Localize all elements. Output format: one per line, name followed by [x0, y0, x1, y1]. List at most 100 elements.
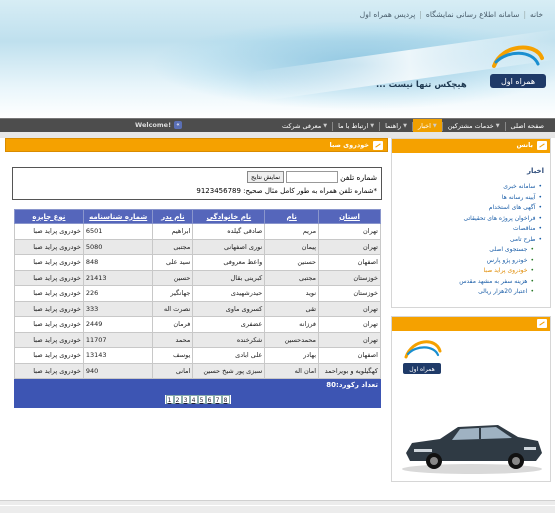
chevron-down-icon: ▼ [495, 123, 500, 129]
nav-item-label: ارتباط با ما [338, 122, 369, 130]
nav-item-3[interactable]: راهنما ▼ [380, 119, 412, 133]
sidebar-menu-item[interactable]: اعتبار 20هزار ریالی [459, 287, 542, 298]
table-row: تهران تقی کسروی ماوی نصرت اله 333 خودروی پرای… [14, 300, 381, 317]
top-link-home[interactable]: خانه [526, 10, 547, 19]
sidebar-menu-item[interactable]: خودرو پژو پارس [459, 256, 542, 267]
col-header-id-number[interactable]: شماره شناسنامه [82, 209, 154, 224]
nav-items: صفحه اصلی خدمات مشترکین ▼ اخبار ▼ راهنما ▼ ارتب… [277, 119, 549, 133]
cell-province: تهران [318, 223, 381, 240]
cell-province: تهران [318, 316, 381, 333]
cell-name: محمدحسین [264, 331, 320, 348]
sidebar-heading: اخبار [527, 167, 544, 175]
cell-id-number: 5080 [82, 238, 154, 255]
cell-id-number: 226 [82, 285, 154, 302]
cell-id-number: 848 [82, 254, 154, 271]
cell-father: یوسف [152, 347, 194, 364]
page-link[interactable]: 2 [173, 395, 182, 404]
cell-family: نوری اصفهانی [192, 238, 266, 255]
page-link[interactable]: 6 [205, 395, 214, 404]
cell-name: تقی [264, 300, 320, 317]
top-link-exhibition[interactable]: سامانه اطلاع رسانی نمایشگاه [422, 10, 524, 19]
sidebar-menu-item[interactable]: خودروی پراید صبا [459, 266, 542, 277]
welcome-arrow-icon[interactable]: « [174, 121, 183, 129]
cell-father: امانی [152, 362, 194, 379]
hamrah-aval-logo[interactable]: همراه اول [482, 40, 552, 100]
sidebar-menu-item[interactable]: آگهی های استخدام [459, 203, 542, 214]
welcome-text: Welcome! [135, 121, 172, 129]
show-results-button[interactable]: نمایش نتایج [247, 171, 285, 183]
cell-prize: خودروی پراید صبا [14, 347, 84, 364]
ad-body: همراه اول [392, 331, 550, 481]
cell-family: حیدرشهیدی [192, 285, 266, 302]
cell-name: مجتبی [264, 269, 320, 286]
cell-id-number: 940 [82, 362, 154, 379]
cell-prize: خودروی پراید صبا [14, 316, 84, 333]
footer-line [0, 505, 555, 506]
top-link-pardis[interactable]: پردیس همراه اول [356, 10, 420, 19]
record-count: تعداد رکورد:80 [14, 378, 381, 392]
cell-prize: خودروی پراید صبا [14, 254, 84, 271]
page-link[interactable]: 8 [221, 395, 230, 404]
phone-search-box: شماره تلفن نمایش نتایج *شماره تلفن همراه… [12, 167, 382, 200]
nav-item-4[interactable]: ارتباط با ما ▼ [333, 119, 379, 133]
page-link[interactable]: 4 [189, 395, 198, 404]
col-header-name[interactable]: نام [264, 209, 320, 224]
col-header-province[interactable]: استان [318, 209, 381, 224]
main-panel-title: خودروی صبا [329, 141, 369, 149]
chevron-down-icon: ▼ [370, 123, 375, 129]
cell-father: سید علی [152, 254, 194, 271]
phone-hint: *شماره تلفن همراه به طور کامل مثال صحیح:… [196, 187, 377, 195]
table-row: تهران مریم صادقی گیلده ابراهیم 6501 خودروی پر… [14, 223, 381, 240]
cell-prize: خودروی پراید صبا [14, 223, 84, 240]
sidebar-menu-item[interactable]: فراخوان پروژه های تحقیقاتی [459, 214, 542, 225]
page-link[interactable]: 1 [165, 395, 174, 404]
cell-name: پیمان [264, 238, 320, 255]
cell-family: عضفری [192, 316, 266, 333]
col-header-family[interactable]: نام خانوادگی [192, 209, 266, 224]
nav-item-5[interactable]: معرفی شرکت ▼ [277, 119, 332, 133]
sidebar-panel-icon [537, 141, 547, 150]
cell-id-number: 6501 [82, 223, 154, 240]
sidebar-menu-item[interactable]: سامانه خبری [459, 182, 542, 193]
sidebar-menu-item[interactable]: هزینه سفر به مشهد مقدس [459, 277, 542, 288]
sidebar-menu-item[interactable]: طرح تامی [459, 235, 542, 246]
cell-id-number: 333 [82, 300, 154, 317]
top-links: خانه|سامانه اطلاع رسانی نمایشگاه|پردیس ه… [356, 10, 547, 19]
svg-text:همراه اول: همراه اول [501, 77, 535, 86]
cell-id-number: 11707 [82, 331, 154, 348]
cell-family: علی ابادی [192, 347, 266, 364]
table-row: اصفهان بهادر علی ابادی یوسف 13143 خودروی پرای… [14, 347, 381, 364]
cell-prize: خودروی پراید صبا [14, 300, 84, 317]
nav-item-label: راهنما [385, 122, 402, 130]
cell-family: سبزی پور شیخ حسین [192, 362, 266, 379]
table-pager-row: 87654321 [14, 391, 381, 408]
slogan: هیچکس تنها نیست ... [376, 80, 467, 90]
nav-item-2[interactable]: اخبار ▼ [413, 119, 442, 133]
page-link[interactable]: 5 [197, 395, 206, 404]
col-header-father[interactable]: نام پدر [152, 209, 194, 224]
table-total-row: تعداد رکورد:80 [14, 378, 381, 392]
phone-input[interactable] [286, 171, 339, 183]
page-footer [0, 500, 555, 513]
cell-name: فرزانه [264, 316, 320, 333]
car-image[interactable] [400, 415, 545, 475]
page-link[interactable]: 7 [213, 395, 222, 404]
cell-family: واعظ معروفی [192, 254, 266, 271]
cell-name: مریم [264, 223, 320, 240]
cell-id-number: 13143 [82, 347, 154, 364]
cell-prize: خودروی پراید صبا [14, 285, 84, 302]
sidebar-menu-item[interactable]: آیینه رسانه ها [459, 193, 542, 204]
nav-item-0[interactable]: صفحه اصلی [506, 119, 549, 133]
cell-family: کبرینی بقال [192, 269, 266, 286]
welcome-area: Welcome! « [135, 121, 183, 129]
col-header-prize[interactable]: نوع جایزه [14, 209, 84, 224]
sidebar-menu-item[interactable]: جستجوی اصلی [459, 245, 542, 256]
cell-prize: خودروی پراید صبا [14, 331, 84, 348]
nav-item-1[interactable]: خدمات مشترکین ▼ [443, 119, 505, 133]
cell-province: خوزستان [318, 285, 381, 302]
table-row: خوزستان نوید حیدرشهیدی جهانگیر 226 خودروی پرا… [14, 285, 381, 302]
page-link[interactable]: 3 [181, 395, 190, 404]
table-header-row: استان نام نام خانوادگی نام پدر شماره شنا… [14, 209, 381, 224]
sidebar-menu-item[interactable]: مناقصات [459, 224, 542, 235]
nav-item-label: خدمات مشترکین [447, 122, 494, 130]
